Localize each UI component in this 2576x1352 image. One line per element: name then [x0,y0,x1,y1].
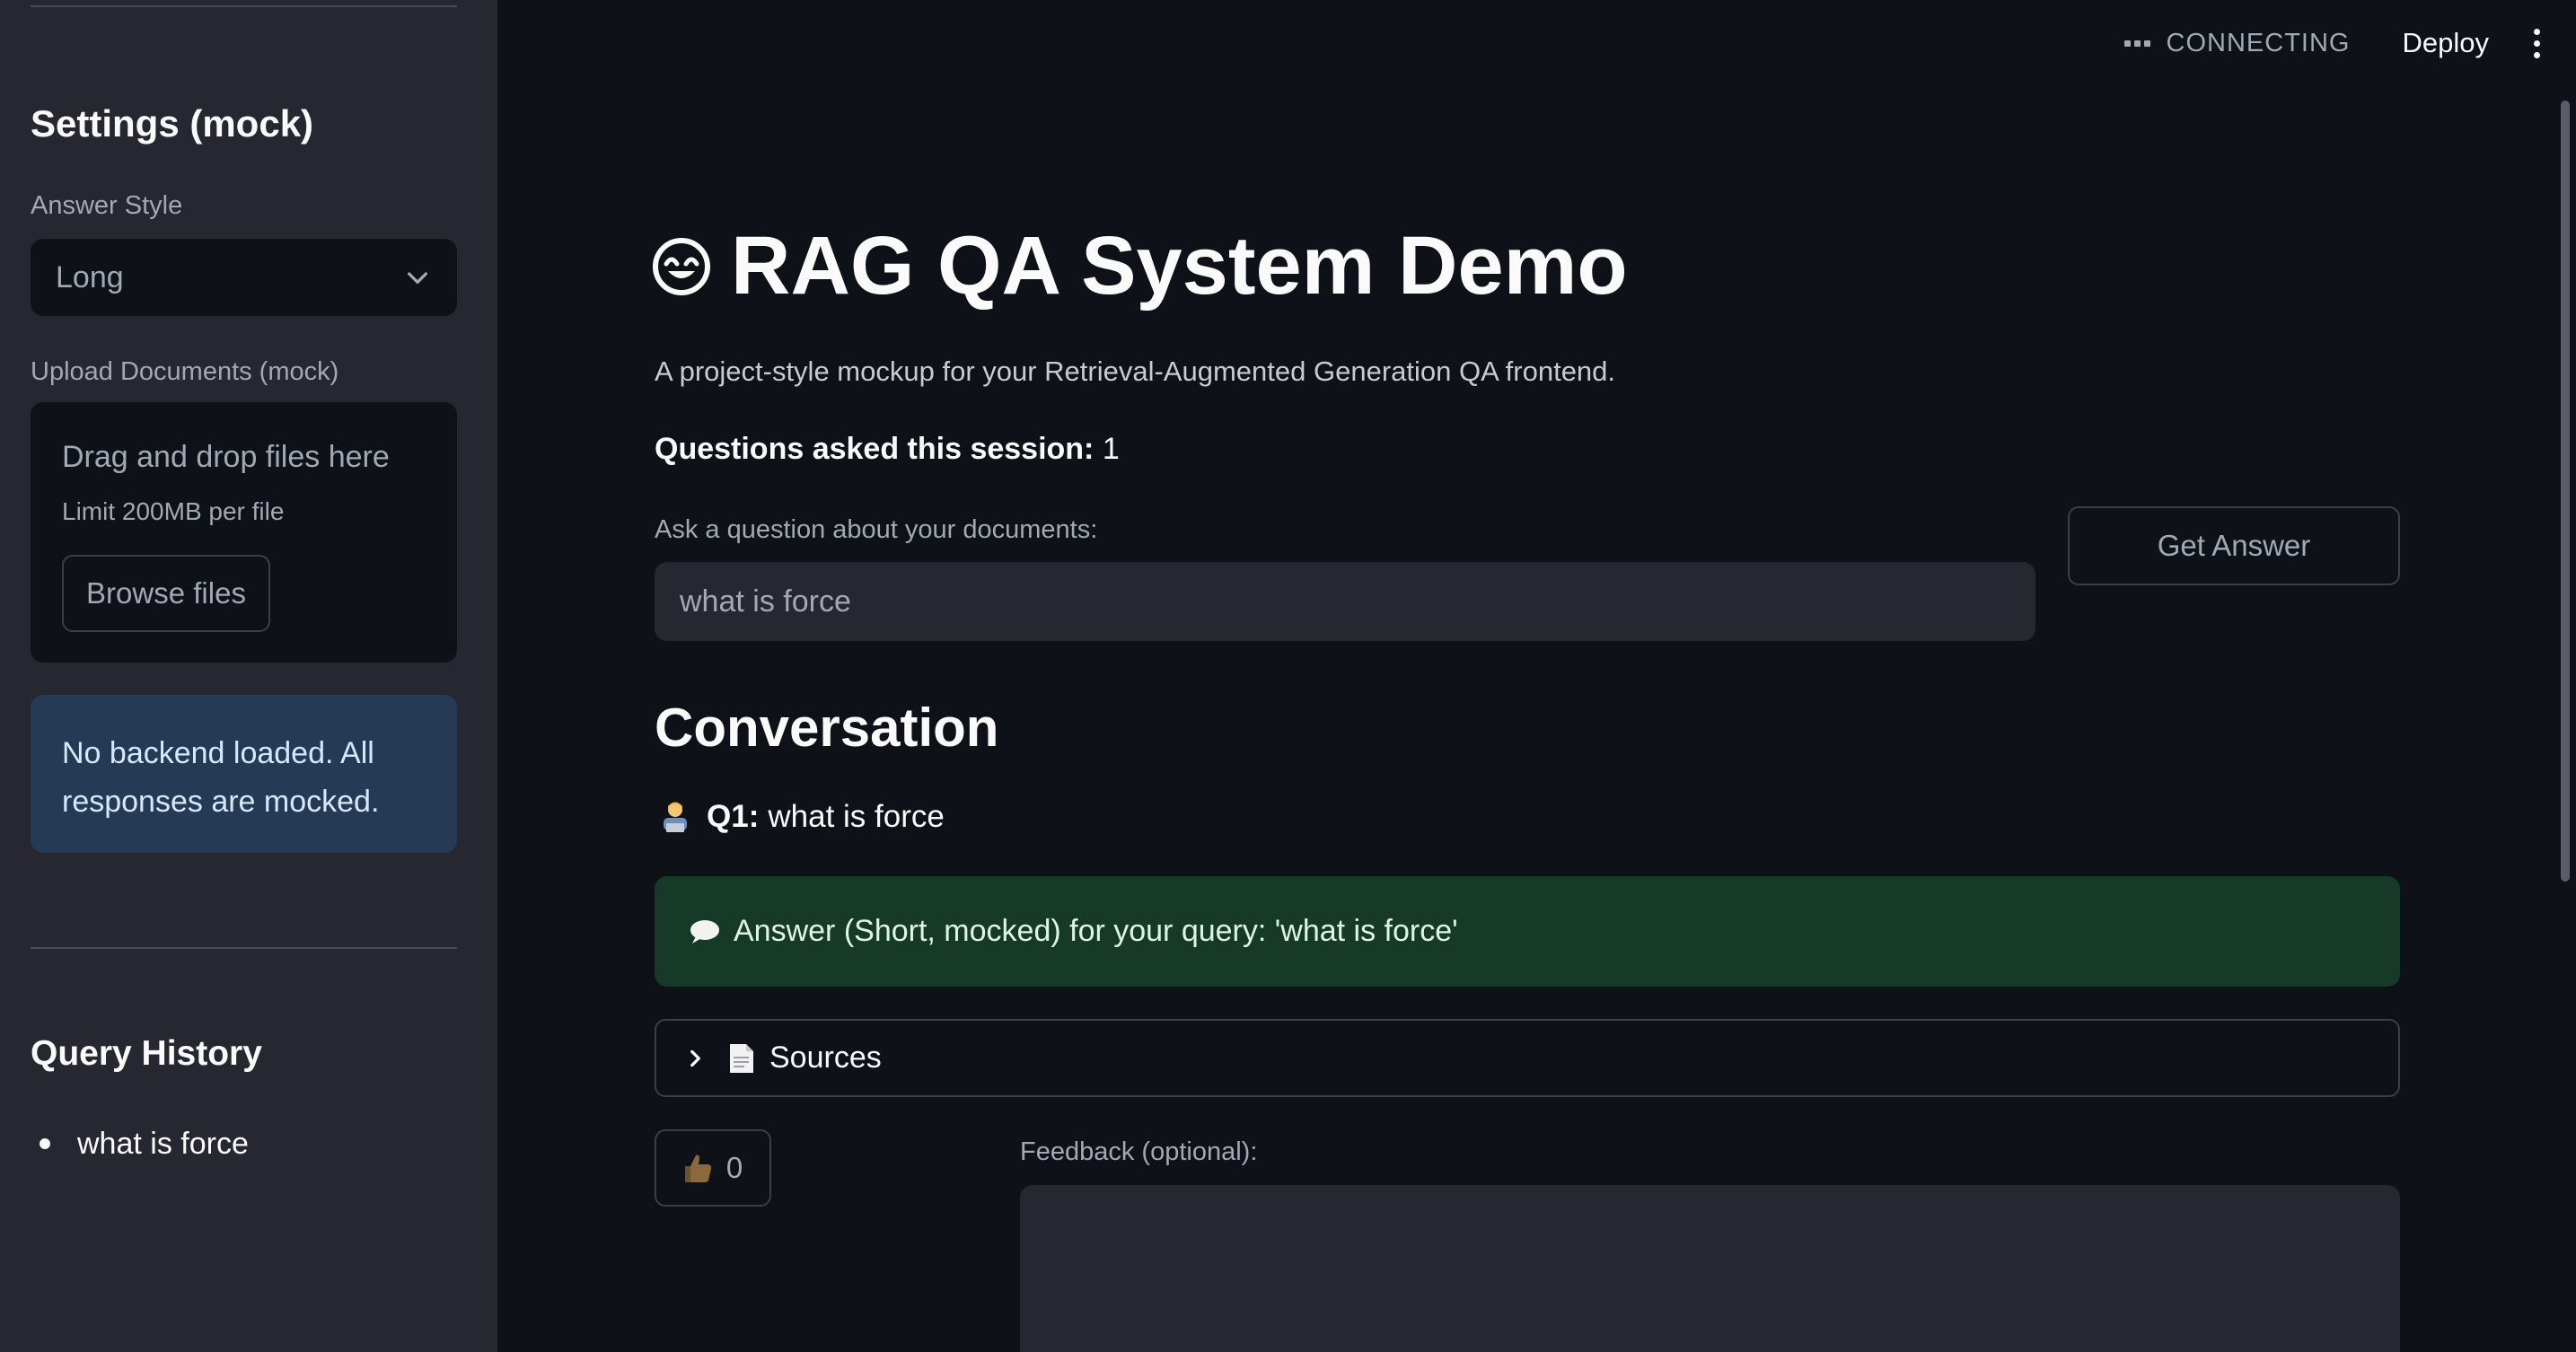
main-content: RAG QA System Demo A project-style mocku… [0,0,2576,1352]
scrollbar[interactable] [2561,101,2570,882]
conversation-question: Q1: what is force [658,799,945,835]
question-input-label: Ask a question about your documents: [655,515,1098,544]
connection-status: CONNECTING [2123,28,2351,58]
question-counter: Questions asked this session: 1 [655,432,1120,467]
kebab-menu-icon[interactable] [2534,26,2540,61]
page-title: RAG QA System Demo [652,219,1628,313]
question-text: what is force [768,799,945,834]
thumbs-up-button[interactable]: 0 [655,1129,771,1207]
get-answer-button[interactable]: Get Answer [2068,506,2400,585]
question-input[interactable] [655,562,2035,641]
feedback-textarea[interactable] [1020,1185,2400,1352]
speech-bubble-icon [690,919,719,944]
thumbs-up-count: 0 [725,1151,743,1184]
document-icon [730,1043,753,1073]
answer-message: Answer (Short, mocked) for your query: '… [655,876,2400,987]
chevron-right-icon [690,1049,700,1067]
robot-face-icon [653,237,710,295]
thumbs-up-icon [684,1154,712,1182]
connection-status-text: CONNECTING [2166,28,2351,57]
top-toolbar: CONNECTING Deploy [2123,20,2540,66]
status-dots-icon [2123,40,2154,47]
conversation-heading: Conversation [655,698,999,758]
feedback-label: Feedback (optional): [1020,1137,1258,1166]
technologist-icon [664,802,687,832]
deploy-button[interactable]: Deploy [2403,27,2490,59]
question-counter-label: Questions asked this session: [655,432,1095,466]
sources-label: Sources [769,1040,882,1075]
sources-expander[interactable]: Sources [655,1019,2400,1097]
question-number: Q1: [707,799,760,834]
question-counter-value: 1 [1102,432,1120,466]
page-subtitle: A project-style mockup for your Retrieva… [655,356,1616,387]
page-title-text: RAG QA System Demo [731,220,1628,312]
answer-text: Answer (Short, mocked) for your query: '… [734,914,1458,948]
